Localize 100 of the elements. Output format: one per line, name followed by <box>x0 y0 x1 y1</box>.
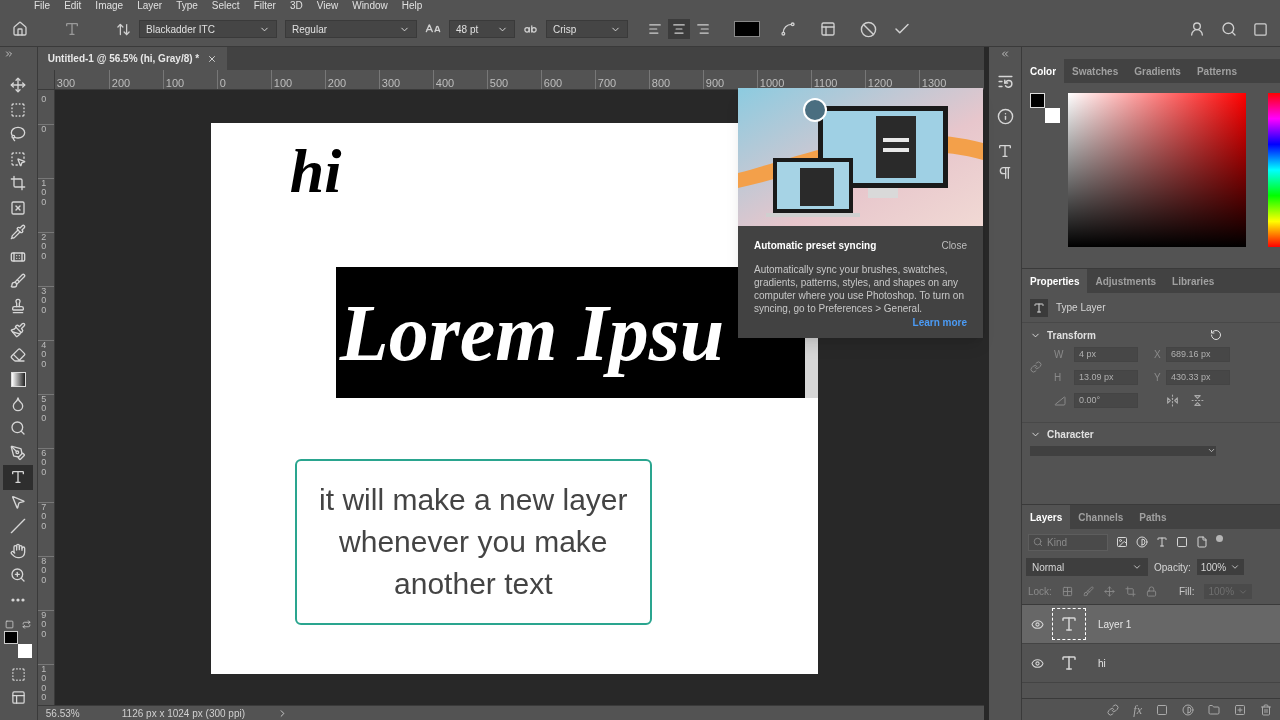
panel-tab[interactable]: Color <box>1022 59 1065 83</box>
frame-icon <box>10 199 27 216</box>
section-title[interactable]: Transform <box>1047 327 1096 343</box>
ruler-label: 200 <box>326 77 347 89</box>
menu-item[interactable]: File <box>34 0 51 12</box>
ruler-label: 700 <box>596 77 617 89</box>
blend-mode-dropdown[interactable]: Normal <box>1026 558 1148 576</box>
paintbrush-icon <box>10 322 27 339</box>
align-button[interactable] <box>668 19 690 39</box>
character-icon <box>997 143 1014 159</box>
menu-item[interactable]: Filter <box>253 0 276 12</box>
layer-style-button[interactable]: fx <box>1133 700 1142 719</box>
adjustment-filter-icon <box>1136 536 1148 548</box>
close-icon[interactable] <box>207 53 218 64</box>
quick-mask-icon <box>10 667 26 682</box>
panel-icon <box>820 21 836 37</box>
ruler-label: 400 <box>434 77 455 89</box>
transform-field[interactable]: 13.09 px <box>1074 370 1138 385</box>
font-size-dropdown[interactable]: 48 pt <box>449 20 515 38</box>
section-title[interactable]: Character <box>1047 427 1094 442</box>
background-color-swatch[interactable] <box>1045 108 1060 123</box>
panel-tab[interactable]: Channels <box>1070 505 1132 529</box>
menu-item[interactable]: Window <box>352 0 388 12</box>
chevron-down-icon <box>1132 562 1142 572</box>
ruler-label: 500 <box>41 395 48 425</box>
ruler-label: 300 <box>55 77 76 89</box>
history-icon <box>996 73 1014 90</box>
foreground-color-swatch[interactable] <box>1030 93 1045 108</box>
collapse-icon[interactable] <box>1000 49 1011 59</box>
adjustment-layer-icon <box>1182 703 1194 716</box>
flip-vertical-icon[interactable] <box>1191 394 1204 407</box>
transform-field[interactable]: 4 px <box>1074 347 1138 362</box>
chevron-down-icon <box>1207 446 1216 455</box>
panel-tab[interactable]: Gradients <box>1126 59 1189 83</box>
cancel-icon <box>860 20 877 38</box>
ruler-label: 1200 <box>866 77 893 89</box>
menu-item[interactable]: Layer <box>137 0 163 12</box>
menu-item[interactable]: Select <box>211 0 240 12</box>
transform-field[interactable]: 689.16 px <box>1166 347 1230 362</box>
popup-body: Automatically sync your brushes, swatches, gradients, patterns, styles, and shapes on any computer where you use Photoshop. To turn on syncing, go to Preferences > General. <box>754 263 965 315</box>
search-icon <box>1033 537 1043 547</box>
ruler-label: 0 <box>41 125 48 136</box>
background-color-swatch[interactable] <box>18 644 33 658</box>
panel-tab[interactable]: Patterns <box>1188 59 1245 83</box>
ruler-label: 800 <box>41 557 48 587</box>
ruler-label: 1000 <box>41 665 48 705</box>
color-field[interactable] <box>1068 93 1246 247</box>
document-size: 1126 px x 1024 px (300 ppi) <box>121 706 245 720</box>
type-icon <box>1060 654 1078 672</box>
ruler-label: 500 <box>488 77 509 89</box>
transform-field[interactable]: 430.33 px <box>1166 370 1230 385</box>
menu-item[interactable]: Type <box>176 0 198 12</box>
angle-field[interactable]: 0.00° <box>1074 393 1138 408</box>
layer-row[interactable]: Layer 1 <box>1022 605 1280 644</box>
reset-icon[interactable] <box>1210 329 1222 341</box>
menu-item[interactable]: 3D <box>289 0 303 12</box>
image-filter-icon <box>1116 536 1128 548</box>
brush-icon <box>10 273 27 290</box>
ruler-label: 200 <box>41 233 48 263</box>
panel-tab[interactable]: Paths <box>1131 505 1175 529</box>
learn-more-link[interactable]: Learn more <box>912 315 967 330</box>
menu-item[interactable]: View <box>316 0 339 12</box>
expand-icon <box>4 49 14 59</box>
default-colors-icon <box>5 620 15 629</box>
screen-mode-icon <box>10 690 26 705</box>
font-style-dropdown[interactable]: Regular <box>285 20 417 38</box>
opacity-label: Opacity: <box>1154 560 1191 575</box>
user-icon <box>1189 21 1205 37</box>
layer-row[interactable]: hi <box>1022 644 1280 683</box>
panel-tab[interactable]: Adjustments <box>1087 269 1165 293</box>
opacity-field[interactable]: 100% <box>1196 559 1245 575</box>
caption-text: it will make a new layer whenever you make another text <box>318 482 629 602</box>
menu-item[interactable]: Edit <box>64 0 82 12</box>
panel-tab[interactable]: Layers <box>1022 505 1071 529</box>
document-tab[interactable]: Untitled-1 @ 56.5% (hi, Gray/8) * <box>37 47 228 70</box>
font-family-dropdown[interactable]: Blackadder ITC <box>139 20 277 38</box>
anti-alias-dropdown[interactable]: Crisp <box>546 20 628 38</box>
foreground-color-swatch[interactable] <box>4 631 19 644</box>
chevron-down-icon <box>1230 562 1241 572</box>
document-title: Untitled-1 @ 56.5% (hi, Gray/8) * <box>47 52 200 66</box>
menu-item[interactable]: Help <box>401 0 423 12</box>
tool-button[interactable] <box>3 465 34 490</box>
ruler-label: 0 <box>218 77 226 89</box>
eye-icon[interactable] <box>1030 656 1044 670</box>
ruler-label: 900 <box>41 611 48 641</box>
panel-tab[interactable]: Properties <box>1022 269 1088 293</box>
ruler-label: 900 <box>704 77 725 89</box>
close-button[interactable]: Close <box>941 238 967 253</box>
filter-toggle[interactable] <box>1216 534 1223 542</box>
panel-tab[interactable]: Swatches <box>1064 59 1127 83</box>
menu-item[interactable]: Image <box>95 0 124 12</box>
zoom-level[interactable]: 56.53% <box>45 705 106 720</box>
flip-horizontal-icon[interactable] <box>1166 394 1179 407</box>
text-color-swatch[interactable] <box>734 21 760 37</box>
panel-tab[interactable]: Libraries <box>1164 269 1223 293</box>
eye-icon[interactable] <box>1030 617 1044 631</box>
lasso-icon <box>10 126 27 143</box>
search-icon <box>1221 21 1237 37</box>
warp-text-icon <box>780 21 796 37</box>
hue-spectrum[interactable] <box>1268 93 1280 247</box>
